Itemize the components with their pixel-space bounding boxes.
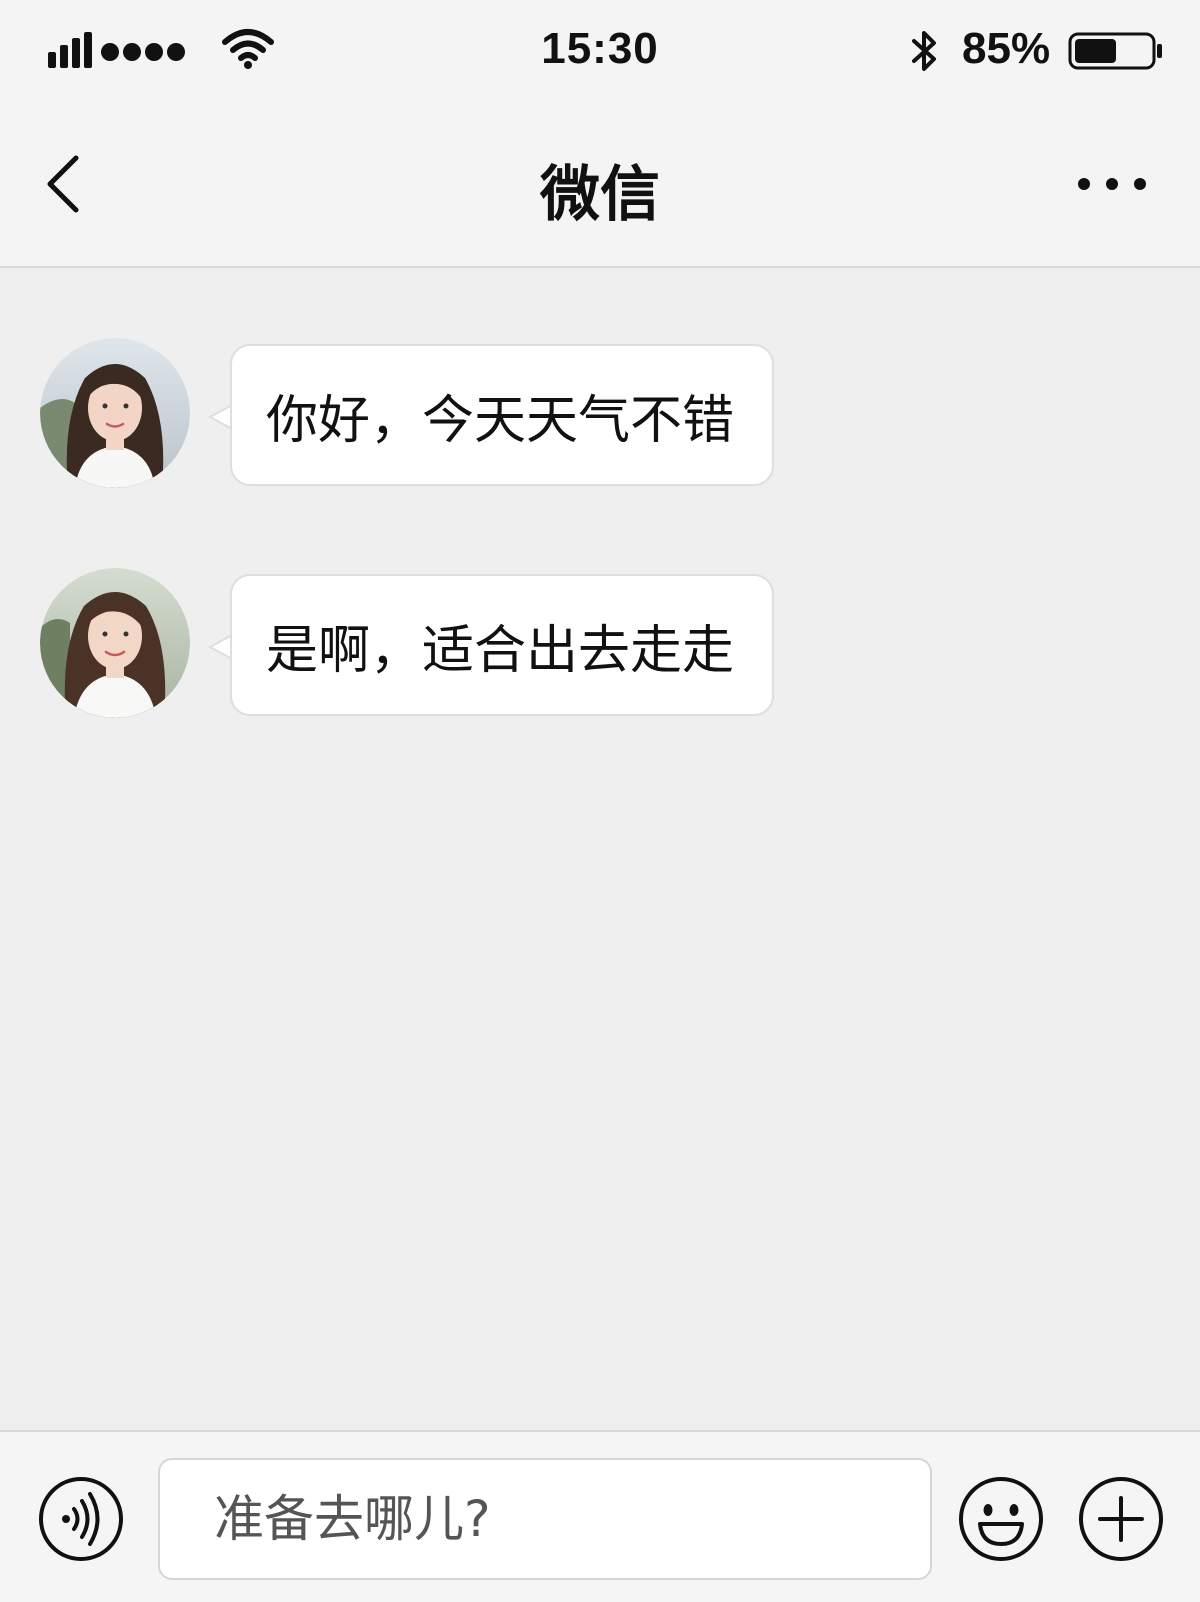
voice-icon — [62, 1492, 100, 1546]
input-bar — [0, 1430, 1200, 1602]
add-button[interactable] — [1078, 1476, 1164, 1562]
battery-icon — [1068, 32, 1162, 70]
page-title: 微信 — [540, 160, 660, 230]
message-bubble[interactable]: 你好，今天天气不错 — [230, 344, 774, 486]
message-row: 是啊，适合出去走走 — [40, 568, 800, 720]
message-row: 你好，今天天气不错 — [40, 338, 800, 490]
chat-area[interactable]: 你好，今天天气不错 是啊，适合出去走走 — [0, 268, 1200, 1430]
avatar[interactable] — [40, 568, 190, 718]
more-button[interactable] — [1072, 170, 1152, 198]
message-input[interactable] — [158, 1458, 932, 1580]
message-bubble[interactable]: 是啊，适合出去走走 — [230, 574, 774, 716]
emoji-button[interactable] — [958, 1476, 1044, 1562]
voice-button[interactable] — [38, 1476, 124, 1562]
bluetooth-icon — [912, 31, 936, 71]
status-bar: 15:30 85% — [0, 0, 1200, 100]
avatar[interactable] — [40, 338, 190, 488]
nav-bar: 微信 — [0, 100, 1200, 268]
emoji-icon — [959, 1477, 1043, 1561]
battery-percent: 85% — [962, 24, 1051, 73]
plus-icon — [1079, 1477, 1163, 1561]
more-dots-icon — [1078, 178, 1146, 190]
